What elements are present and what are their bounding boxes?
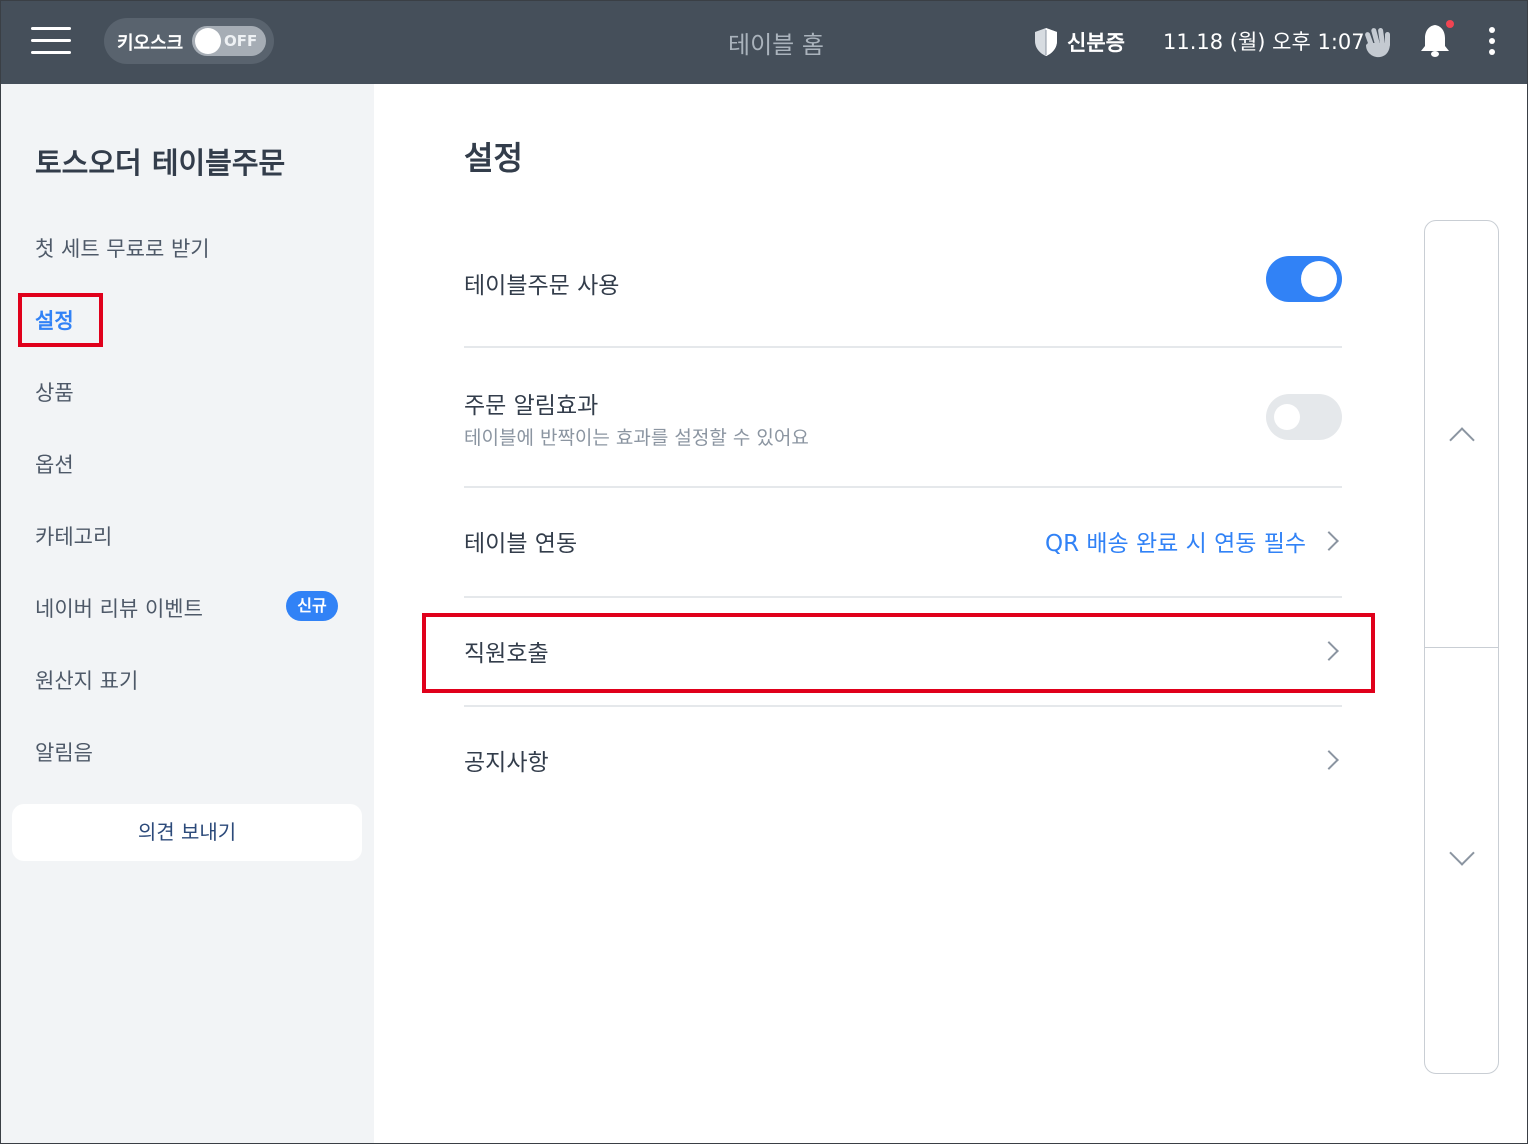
row-title: 테이블주문 사용 xyxy=(464,273,620,299)
row-notice[interactable]: 공지사항 xyxy=(464,735,1342,787)
shield-icon xyxy=(1035,28,1057,56)
row-value: QR 배송 완료 시 연동 필수 xyxy=(1045,531,1307,557)
highlight-box-staff-call xyxy=(422,613,1375,693)
more-vertical-icon[interactable] xyxy=(1482,25,1502,57)
top-bar: 키오스크 OFF 테이블 홈 신분증 11.18 (월) 오후 1:07 xyxy=(1,1,1527,84)
brand-title: 토스오더 테이블주문 xyxy=(35,146,286,180)
divider xyxy=(464,705,1342,707)
bell-icon[interactable] xyxy=(1417,19,1457,61)
divider xyxy=(464,486,1342,488)
sidebar-item-naver-review-event[interactable]: 네이버 리뷰 이벤트 xyxy=(35,593,203,623)
scroll-up-button[interactable] xyxy=(1425,221,1498,648)
id-card-button[interactable]: 신분증 xyxy=(1033,25,1125,59)
settings-title: 설정 xyxy=(464,139,523,177)
divider xyxy=(464,596,1342,598)
scroll-down-button[interactable] xyxy=(1425,648,1498,1073)
sidebar-item-origin-label[interactable]: 원산지 표기 xyxy=(35,665,138,695)
order-alert-effect-toggle[interactable] xyxy=(1266,394,1342,440)
row-table-integration[interactable]: 테이블 연동 QR 배송 완료 시 연동 필수 xyxy=(464,516,1342,568)
chevron-right-icon xyxy=(1319,750,1339,770)
sidebar-item-free-first-set[interactable]: 첫 세트 무료로 받기 xyxy=(35,233,210,263)
table-order-toggle[interactable] xyxy=(1266,256,1342,302)
sidebar-item-notification-sound[interactable]: 알림음 xyxy=(35,737,93,767)
scroll-controls xyxy=(1424,220,1499,1074)
row-title: 테이블 연동 xyxy=(464,531,578,557)
kiosk-switch[interactable]: OFF xyxy=(192,26,266,56)
send-feedback-button[interactable]: 의견 보내기 xyxy=(12,804,362,861)
kiosk-toggle-pill[interactable]: 키오스크 OFF xyxy=(104,18,274,64)
kiosk-label: 키오스크 xyxy=(117,33,184,54)
hamburger-menu-icon[interactable] xyxy=(27,23,75,59)
highlight-box-settings xyxy=(18,293,103,347)
waving-hand-icon[interactable] xyxy=(1359,23,1397,61)
notification-dot xyxy=(1446,20,1454,28)
row-table-order-enable[interactable]: 테이블주문 사용 xyxy=(464,251,1342,311)
app-window: 키오스크 OFF 테이블 홈 신분증 11.18 (월) 오후 1:07 토스오… xyxy=(0,0,1528,1144)
sidebar: 토스오더 테이블주문 첫 세트 무료로 받기 설정 상품 옵션 카테고리 네이버… xyxy=(1,84,374,1143)
id-card-label: 신분증 xyxy=(1067,31,1125,55)
page-header-title: 테이블 홈 xyxy=(728,31,824,59)
chevron-down-icon xyxy=(1449,840,1475,866)
kiosk-switch-knob xyxy=(195,28,221,54)
row-title: 주문 알림효과 xyxy=(464,393,599,419)
new-badge: 신규 xyxy=(286,591,338,621)
sidebar-item-category[interactable]: 카테고리 xyxy=(35,521,112,551)
sidebar-item-options[interactable]: 옵션 xyxy=(35,449,74,479)
chevron-right-icon xyxy=(1319,531,1339,551)
chevron-up-icon xyxy=(1449,427,1475,453)
datetime: 11.18 (월) 오후 1:07 xyxy=(1163,30,1365,54)
divider xyxy=(464,346,1342,348)
row-title: 공지사항 xyxy=(464,750,549,776)
kiosk-state: OFF xyxy=(224,32,258,50)
row-order-alert-effect[interactable]: 주문 알림효과 테이블에 반짝이는 효과를 설정할 수 있어요 xyxy=(464,381,1342,456)
row-subtitle: 테이블에 반짝이는 효과를 설정할 수 있어요 xyxy=(464,427,809,449)
sidebar-item-products[interactable]: 상품 xyxy=(35,377,74,407)
